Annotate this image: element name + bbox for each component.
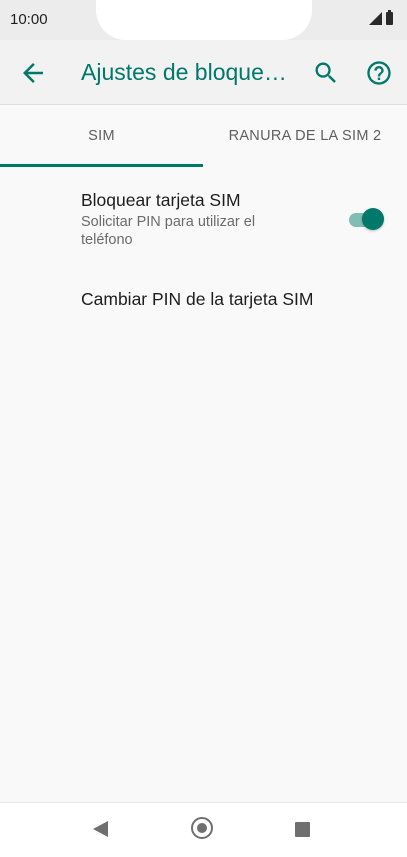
lock-sim-summary: Solicitar PIN para utilizar el teléfono [81, 214, 256, 248]
arrow-left-icon [23, 63, 43, 83]
nav-back-icon[interactable] [93, 821, 108, 837]
change-pin-setting[interactable]: Cambiar PIN de la tarjeta SIM [0, 275, 407, 325]
battery-icon [386, 10, 393, 25]
status-icons [369, 10, 393, 25]
tab-bar: SIM RANURA DE LA SIM 2 [0, 105, 407, 167]
display-notch [96, 0, 312, 40]
back-button[interactable] [18, 58, 48, 88]
lock-sim-title: Bloquear tarjeta SIM [81, 190, 241, 210]
nav-home-dot [197, 823, 207, 833]
change-pin-title: Cambiar PIN de la tarjeta SIM [81, 289, 314, 309]
lock-sim-setting[interactable]: Bloquear tarjeta SIM Solicitar PIN para … [0, 180, 407, 260]
lock-sim-toggle[interactable] [347, 207, 385, 231]
signal-icon [369, 12, 382, 25]
page-title: Ajustes de bloqueo de SIM [81, 59, 291, 85]
nav-home-icon[interactable] [191, 817, 213, 839]
nav-recents-icon[interactable] [295, 822, 310, 837]
tab-selected-indicator [0, 164, 203, 167]
status-bar: 10:00 [0, 0, 407, 40]
status-time: 10:00 [10, 11, 48, 28]
toggle-thumb [362, 208, 384, 230]
tab-sim-slot-2[interactable]: RANURA DE LA SIM 2 [203, 105, 407, 167]
system-nav-bar [0, 802, 407, 857]
tab-sim-slot-2-label: RANURA DE LA SIM 2 [228, 128, 382, 144]
app-bar: Ajustes de bloqueo de SIM [0, 40, 407, 105]
tab-sim[interactable]: SIM [0, 105, 203, 167]
help-button[interactable] [365, 59, 393, 87]
search-button[interactable] [312, 59, 340, 87]
search-icon [315, 62, 336, 83]
tab-sim-label: SIM [88, 128, 115, 144]
help-circle-icon [367, 61, 391, 85]
